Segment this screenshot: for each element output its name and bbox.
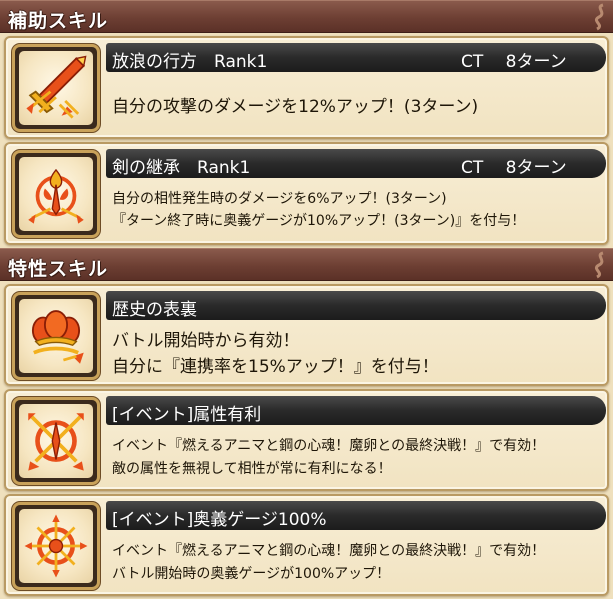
- support-skills-title: 補助スキル: [8, 10, 109, 32]
- skill-name-bar: [イベント]奥義ゲージ100%: [106, 501, 606, 530]
- scroll-ornament-icon: [594, 3, 604, 31]
- skill-icon-frame: [12, 150, 100, 238]
- skill-card-attribute-advantage[interactable]: [イベント]属性有利 イベント『燃えるアニマと鋼の心魂！魔卵との最終決戦！』で有…: [4, 389, 609, 491]
- sword-arrows-icon: [26, 55, 87, 119]
- skill-description-line-1: バトル開始時から有効！: [112, 331, 300, 351]
- trait-skills-title: 特性スキル: [8, 258, 109, 280]
- skill-description-line-1: 自分の相性発生時のダメージを6%アップ！(3ターン): [112, 191, 447, 207]
- skill-name: 歴史の表裏: [112, 300, 197, 320]
- skill-description-line-2: 『ターン終了時に奥義ゲージが10%アップ！(3ターン)』を付与！: [112, 213, 526, 229]
- skill-name-bar: [イベント]属性有利: [106, 396, 606, 425]
- crossed-arrows-emblem-icon: [28, 413, 84, 471]
- skill-description-line-2: 敵の属性を無視して相性が常に有利になる！: [112, 461, 392, 477]
- skill-icon-frame: [12, 44, 100, 132]
- scroll-ornament-icon: [594, 251, 604, 279]
- skill-card-ougi-gauge[interactable]: [イベント]奥義ゲージ100% イベント『燃えるアニマと鋼の心魂！魔卵との最終決…: [4, 494, 609, 596]
- skill-cooldown: CT 8ターン: [461, 158, 567, 178]
- skill-card-history[interactable]: 歴史の表裏 バトル開始時から有効！ 自分に『連携率を15%アップ！』を付与！: [4, 284, 609, 386]
- skill-card-sword-succession[interactable]: 剣の継承 Rank1 CT 8ターン 自分の相性発生時のダメージを6%アップ！(…: [4, 142, 609, 245]
- trait-skills-header: 特性スキル: [0, 248, 613, 281]
- triple-flame-icon: [31, 310, 84, 364]
- skill-icon-frame: [12, 292, 100, 380]
- skill-description-line-2: 自分に『連携率を15%アップ！』を付与！: [112, 357, 439, 377]
- skill-name: [イベント]属性有利: [112, 405, 262, 425]
- skill-description: 自分の攻撃のダメージを12%アップ！(3ターン): [112, 97, 479, 117]
- skill-icon-frame: [12, 397, 100, 485]
- skill-name-bar: 歴史の表裏: [106, 291, 606, 320]
- skill-description-line-1: イベント『燃えるアニマと鋼の心魂！魔卵との最終決戦！』で有効！: [112, 543, 546, 559]
- skill-name: [イベント]奥義ゲージ100%: [112, 510, 327, 530]
- skill-card-wandering[interactable]: 放浪の行方 Rank1 CT 8ターン 自分の攻撃のダメージを12%アップ！(3…: [4, 36, 609, 139]
- skill-description-line-1: イベント『燃えるアニマと鋼の心魂！魔卵との最終決戦！』で有効！: [112, 438, 546, 454]
- skill-description-line-2: バトル開始時の奥義ゲージが100%アップ！: [112, 566, 391, 582]
- skill-name: 剣の継承 Rank1: [112, 158, 251, 178]
- radiant-burst-icon: [24, 514, 88, 578]
- skill-name: 放浪の行方 Rank1: [112, 52, 268, 72]
- skill-cooldown: CT 8ターン: [461, 52, 567, 72]
- skill-icon-frame: [12, 502, 100, 590]
- flame-sword-emblem-icon: [28, 168, 84, 224]
- support-skills-header: 補助スキル: [0, 0, 613, 33]
- skill-name-bar: 剣の継承 Rank1 CT 8ターン: [106, 149, 606, 178]
- skill-name-bar: 放浪の行方 Rank1 CT 8ターン: [106, 43, 606, 72]
